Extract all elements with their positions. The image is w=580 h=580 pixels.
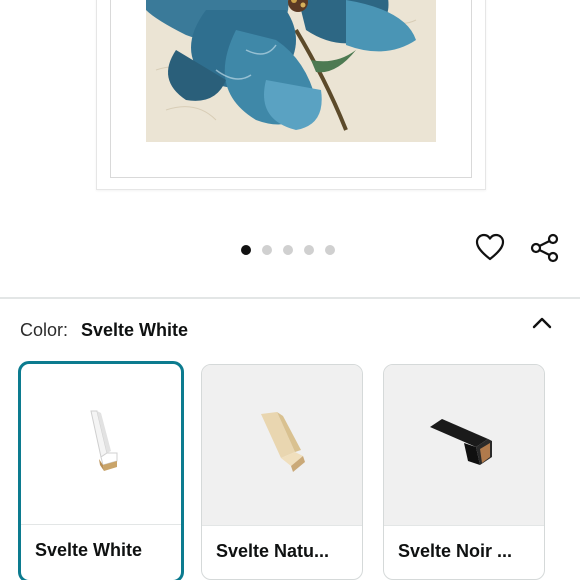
color-option-svelte-white[interactable]: Svelte White	[18, 361, 184, 580]
swatch-separator	[202, 525, 362, 526]
image-pagination-dots	[241, 245, 335, 255]
blue-flower-painting	[146, 0, 436, 142]
pagination-dot-active[interactable]	[241, 245, 251, 255]
pagination-dot[interactable]	[325, 245, 335, 255]
section-divider	[0, 297, 580, 299]
pagination-dot[interactable]	[283, 245, 293, 255]
color-label: Color:	[20, 319, 69, 340]
swatch-label: Svelte Noir ...	[398, 541, 513, 561]
share-icon	[530, 233, 560, 268]
natural-frame-molding-image	[247, 408, 317, 483]
swatch-thumbnail	[384, 365, 544, 525]
selected-color-value: Svelte White	[81, 319, 189, 340]
swatch-thumbnail	[202, 365, 362, 525]
swatch-thumbnail	[21, 364, 181, 524]
product-image-carousel[interactable]	[0, 0, 580, 230]
color-option-svelte-natural[interactable]: Svelte Natu...	[201, 364, 363, 580]
heart-outline-icon	[475, 233, 505, 266]
color-selection-header: Color: Svelte White	[20, 318, 188, 342]
white-frame-molding-image	[71, 407, 131, 482]
pagination-dot[interactable]	[304, 245, 314, 255]
collapse-color-button[interactable]	[526, 310, 558, 340]
chevron-up-icon	[531, 316, 553, 335]
swatch-separator	[384, 525, 544, 526]
color-option-svelte-noir[interactable]: Svelte Noir ...	[383, 364, 545, 580]
favorite-button[interactable]	[472, 231, 508, 267]
swatch-separator	[21, 524, 181, 525]
swatch-label: Svelte Natu...	[216, 541, 330, 561]
black-frame-molding-image	[424, 413, 504, 478]
pagination-dot[interactable]	[262, 245, 272, 255]
share-button[interactable]	[527, 232, 563, 268]
swatch-label: Svelte White	[35, 540, 143, 560]
